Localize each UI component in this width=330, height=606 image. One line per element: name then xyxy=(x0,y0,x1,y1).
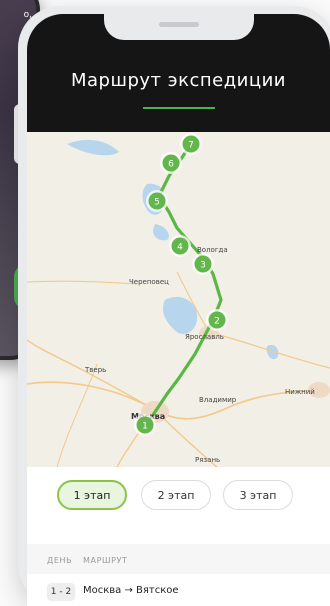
title-underline xyxy=(142,107,215,109)
route-map[interactable]: Череповец Ярославль Тверь Владимир Нижни… xyxy=(27,132,330,467)
stop-marker-5[interactable]: 5 xyxy=(146,190,168,212)
route-text: Москва → Вятское xyxy=(83,585,179,596)
stop-marker-2[interactable]: 2 xyxy=(206,309,228,331)
stop-label-2: 2 xyxy=(214,317,220,327)
route-table-header: ДЕНЬ МАРШРУТ xyxy=(27,544,330,574)
city-label-yaroslavl: Ярославль xyxy=(185,333,224,341)
stage-button-2[interactable]: 2 этап xyxy=(141,480,211,510)
app-header: Маршрут экспедиции xyxy=(27,14,330,144)
city-label-nizhny: Нижний xyxy=(285,388,315,396)
lake-small xyxy=(153,224,169,241)
city-label-vologda: Вологда xyxy=(197,246,228,254)
stop-marker-1[interactable]: 1 xyxy=(134,414,156,436)
stop-label-6: 6 xyxy=(168,160,174,170)
column-header-day: ДЕНЬ xyxy=(47,556,73,565)
stop-marker-7[interactable]: 7 xyxy=(180,133,202,155)
stage-button-1[interactable]: 1 этап xyxy=(57,480,127,510)
stop-marker-4[interactable]: 4 xyxy=(169,235,191,257)
stop-label-1: 1 xyxy=(142,422,148,432)
city-label-ryazan: Рязань xyxy=(195,456,220,464)
phone-notch xyxy=(103,14,254,40)
road-north-west xyxy=(27,339,156,411)
road-yaroslavl-east xyxy=(208,331,330,369)
stop-label-7: 7 xyxy=(188,141,194,151)
city-label-cherepovets: Череповец xyxy=(129,278,169,286)
lake-north xyxy=(67,139,119,156)
showcase: о, Маршрут экспедиции xyxy=(0,0,330,606)
column-header-route: МАРШРУТ xyxy=(83,556,128,565)
stop-label-5: 5 xyxy=(154,198,160,208)
city-label-vladimir: Владимир xyxy=(199,396,237,404)
map-canvas: Череповец Ярославль Тверь Владимир Нижни… xyxy=(27,133,330,467)
day-badge: 1 - 2 xyxy=(47,583,75,601)
stage-button-3[interactable]: 3 этап xyxy=(223,480,293,510)
stage-selector: 1 этап 2 этап 3 этап xyxy=(27,480,330,520)
stop-label-4: 4 xyxy=(177,243,183,253)
speaker xyxy=(158,22,199,27)
road-tver xyxy=(56,363,98,467)
stop-marker-6[interactable]: 6 xyxy=(160,152,182,174)
stop-label-3: 3 xyxy=(200,261,206,271)
page-title: Маршрут экспедиции xyxy=(70,70,287,91)
phone-frame: Маршрут экспедиции Череповец Ярославль Т… xyxy=(18,6,330,606)
road-cherepovets xyxy=(27,280,138,285)
table-row[interactable]: 1 - 2 Москва → Вятское xyxy=(27,580,330,604)
stop-marker-3[interactable]: 3 xyxy=(192,253,214,275)
city-label-tver: Тверь xyxy=(84,366,106,374)
phone-screen: Маршрут экспедиции Череповец Ярославль Т… xyxy=(27,14,330,606)
